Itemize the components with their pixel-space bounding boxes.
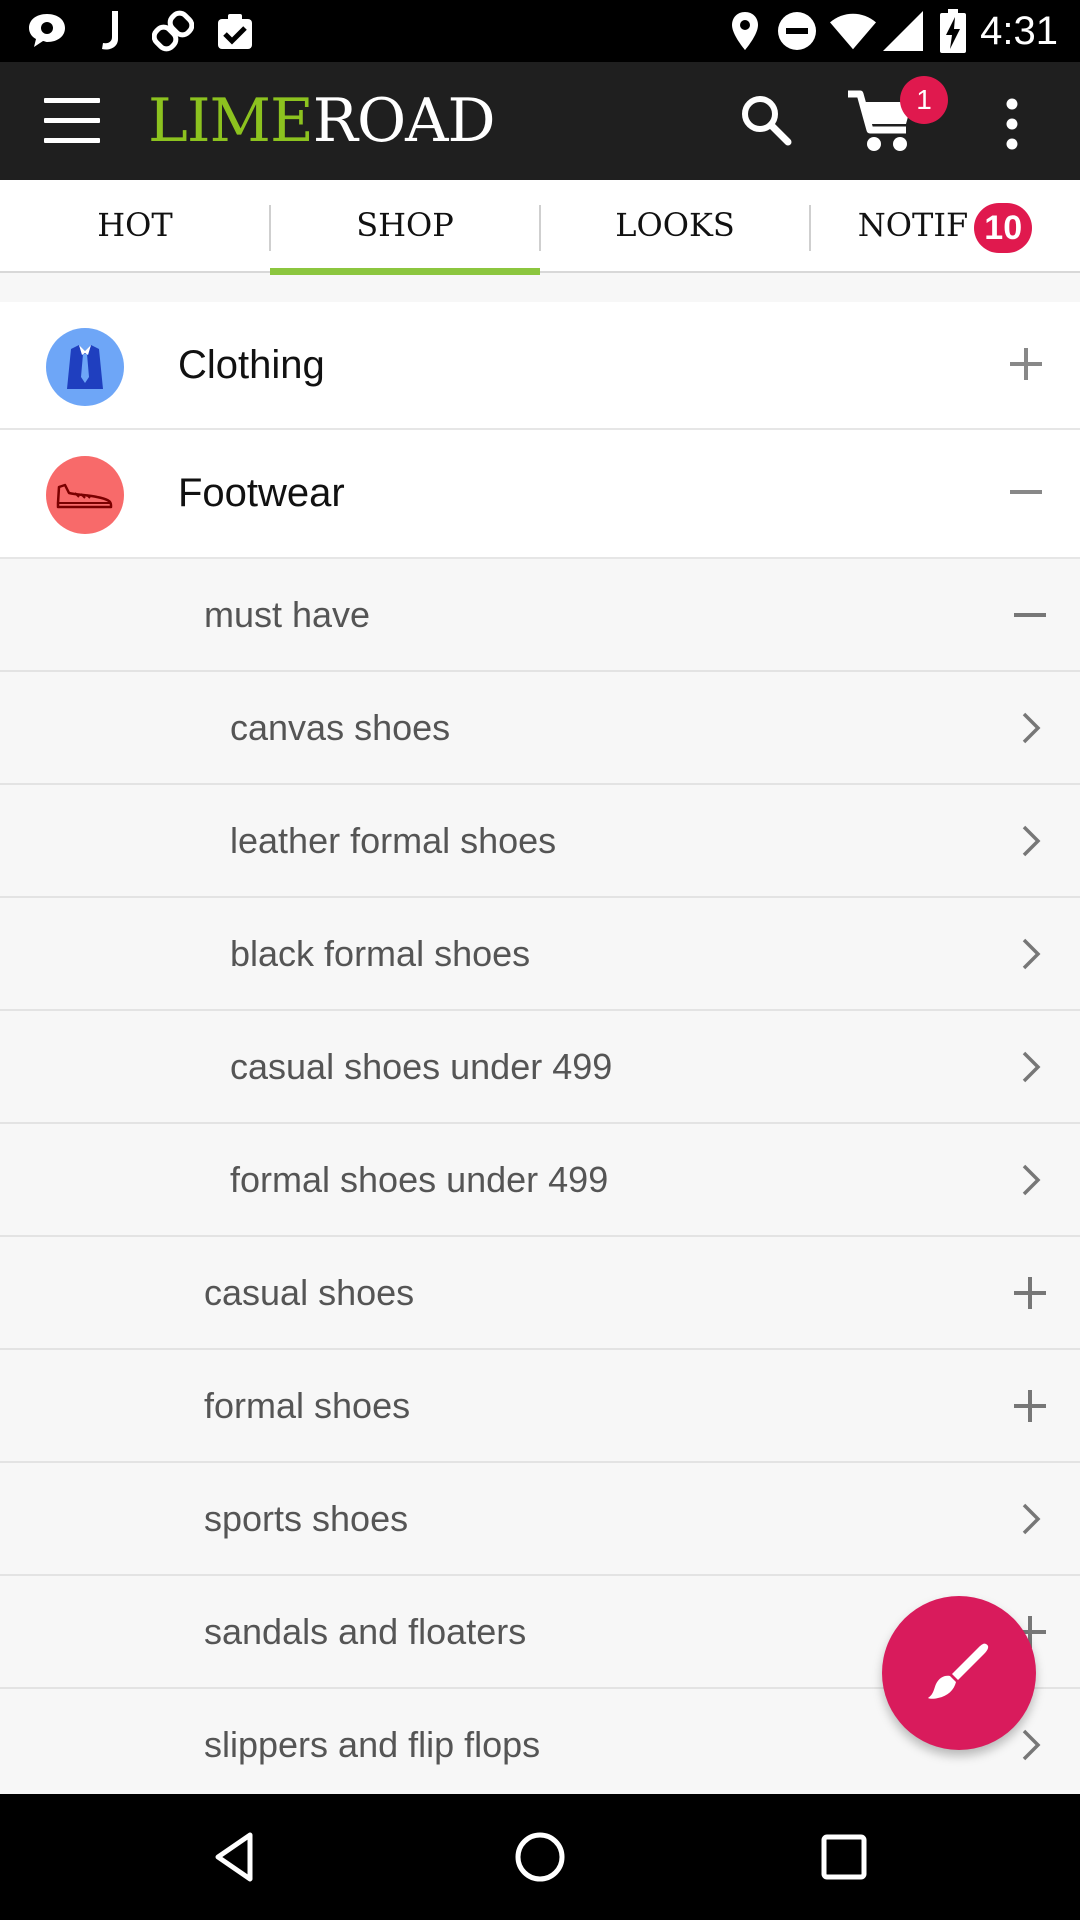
tab-notif[interactable]: NOTIF 10	[810, 180, 1080, 273]
list-item-label: canvas shoes	[230, 707, 451, 748]
list-item-label: must have	[204, 594, 371, 635]
limeroad-logo[interactable]: LIMEROAD	[148, 86, 496, 156]
app-bar: LIMEROAD 1	[0, 62, 1080, 180]
expand-plus-icon[interactable]	[1010, 1273, 1050, 1313]
location-pin-icon	[722, 8, 768, 54]
list-item-label: slippers and flip flops	[204, 1724, 541, 1765]
category-label: Footwear	[178, 471, 345, 515]
logo-text-lime: LIME	[148, 86, 314, 156]
list-item-label: black formal shoes	[230, 933, 531, 974]
recents-icon[interactable]	[814, 1827, 874, 1887]
music-note-icon	[86, 8, 132, 54]
more-options-icon[interactable]	[1000, 98, 1024, 150]
chevron-right-icon[interactable]	[1010, 1725, 1050, 1765]
collapse-minus-icon[interactable]	[1010, 595, 1050, 635]
paintbrush-icon	[928, 1643, 989, 1699]
category-row-footwear[interactable]: Footwear	[0, 430, 1080, 559]
shoe-icon	[46, 456, 124, 534]
status-time: 4:31	[980, 9, 1058, 53]
chat-icon	[24, 8, 70, 54]
chevron-right-icon[interactable]	[1010, 1047, 1050, 1087]
chevron-right-icon[interactable]	[1010, 1499, 1050, 1539]
logo-text-road: ROAD	[312, 86, 496, 156]
status-bar: 4:31	[0, 0, 1080, 62]
tab-shop[interactable]: SHOP	[270, 180, 540, 275]
create-look-fab[interactable]	[882, 1596, 1036, 1750]
chevron-right-icon[interactable]	[1010, 708, 1050, 748]
collapse-minus-icon[interactable]	[1008, 474, 1044, 510]
list-item-label: casual shoes under 499	[230, 1046, 613, 1087]
cart-count-badge: 1	[900, 76, 948, 124]
list-item-black-formal-shoes[interactable]: black formal shoes	[0, 898, 1080, 1011]
list-item-label: leather formal shoes	[230, 820, 557, 861]
notification-count-badge: 10	[974, 202, 1033, 253]
list-item-sports-shoes[interactable]: sports shoes	[0, 1463, 1080, 1576]
list-item-formal-shoes-under-499[interactable]: formal shoes under 499	[0, 1124, 1080, 1237]
do-not-disturb-icon	[774, 8, 820, 54]
list-item-label: sports shoes	[204, 1498, 409, 1539]
category-label: Clothing	[178, 343, 325, 387]
system-nav-bar	[0, 1794, 1080, 1920]
expand-plus-icon[interactable]	[1010, 1386, 1050, 1426]
tab-hot[interactable]: HOT	[0, 180, 270, 273]
home-icon[interactable]	[510, 1827, 570, 1887]
list-item-label: sandals and floaters	[204, 1611, 527, 1652]
battery-charging-icon	[930, 8, 976, 54]
list-item-must-have[interactable]: must have	[0, 559, 1080, 672]
list-item-casual-shoes-under-499[interactable]: casual shoes under 499	[0, 1011, 1080, 1124]
clipboard-check-icon	[212, 8, 258, 54]
hamburger-menu-icon[interactable]	[44, 98, 100, 144]
expand-plus-icon[interactable]	[1008, 346, 1044, 382]
tab-looks[interactable]: LOOKS	[540, 180, 810, 273]
chevron-right-icon[interactable]	[1010, 821, 1050, 861]
cell-signal-icon	[880, 8, 926, 54]
wifi-icon	[830, 8, 876, 54]
search-icon[interactable]	[736, 90, 796, 150]
list-item-canvas-shoes[interactable]: canvas shoes	[0, 672, 1080, 785]
list-item-casual-shoes[interactable]: casual shoes	[0, 1237, 1080, 1350]
tab-bar: HOT SHOP LOOKS NOTIF 10	[0, 180, 1080, 275]
chevron-right-icon[interactable]	[1010, 1160, 1050, 1200]
list-item-label: casual shoes	[204, 1272, 415, 1313]
back-icon[interactable]	[206, 1827, 266, 1887]
tab-notif-label: NOTIF	[857, 206, 969, 244]
link-icon	[150, 8, 196, 54]
list-item-leather-formal-shoes[interactable]: leather formal shoes	[0, 785, 1080, 898]
shirt-tie-icon	[46, 328, 124, 406]
list-item-formal-shoes[interactable]: formal shoes	[0, 1350, 1080, 1463]
list-item-label: formal shoes	[204, 1385, 411, 1426]
category-row-clothing[interactable]: Clothing	[0, 302, 1080, 430]
chevron-right-icon[interactable]	[1010, 934, 1050, 974]
list-item-label: formal shoes under 499	[230, 1159, 609, 1200]
